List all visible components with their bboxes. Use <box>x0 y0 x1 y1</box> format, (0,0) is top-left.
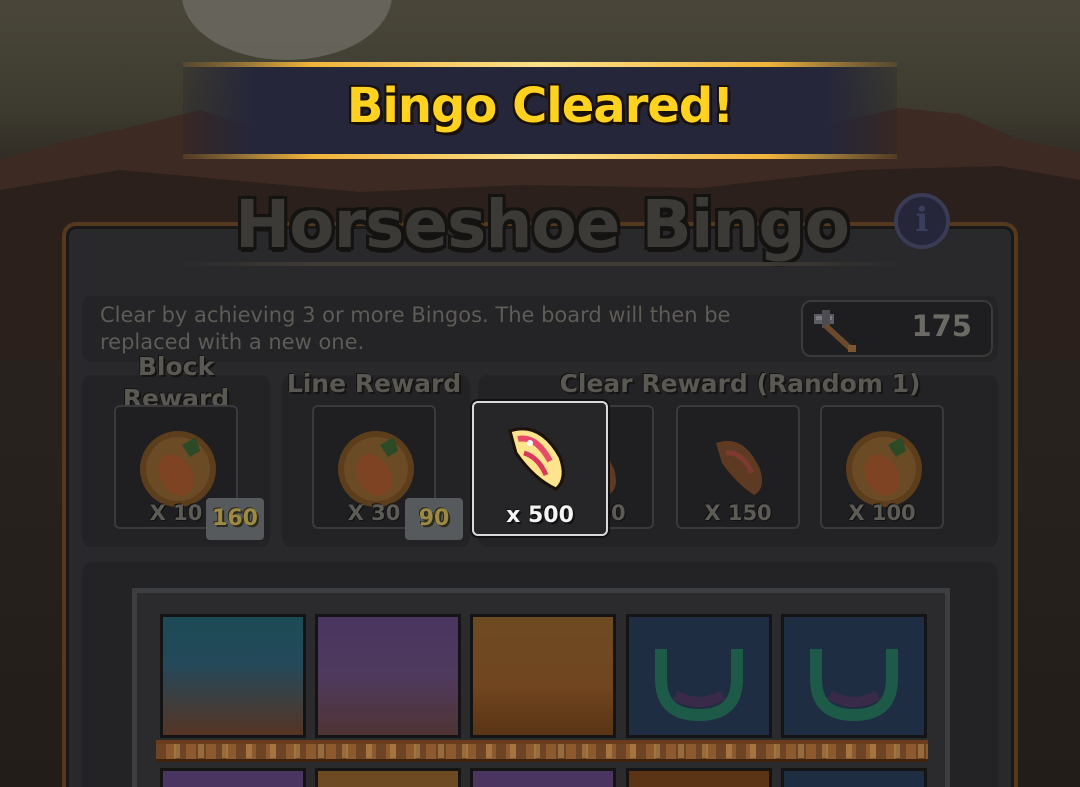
bingo-tile-row2-1[interactable] <box>160 768 306 787</box>
horseshoe-tile-1[interactable] <box>626 614 772 738</box>
bingo-tile-row2-2[interactable] <box>315 768 461 787</box>
selected-reward-slot[interactable]: x 500 <box>472 401 608 536</box>
bingo-tile-row2-5[interactable] <box>781 768 927 787</box>
hammer-icon <box>814 310 856 352</box>
clear-reward-slot-3[interactable]: X 100 <box>820 405 944 529</box>
clear-reward-slot-2[interactable]: X 150 <box>676 405 800 529</box>
carrot-plate-icon <box>846 431 922 507</box>
line-reward-cost: 90 <box>405 498 463 540</box>
horseshoe-tile-2[interactable] <box>781 614 927 738</box>
hammer-count: 175 <box>911 309 972 343</box>
description-text: Clear by achieving 3 or more Bingos. The… <box>100 303 731 354</box>
bingo-tile-row2-4[interactable] <box>626 768 772 787</box>
bingo-tile-row2-3[interactable] <box>470 768 616 787</box>
clear-reward-qty-3: X 100 <box>848 501 916 525</box>
page-title: Horseshoe Bingo <box>234 186 850 263</box>
bingo-tile-1[interactable] <box>160 614 306 738</box>
clear-reward-label: Clear Reward (Random 1) <box>559 369 921 398</box>
meat-icon <box>508 427 565 491</box>
title-divider <box>170 262 910 266</box>
bingo-tile-3[interactable] <box>470 614 616 738</box>
horseshoe-icon <box>655 649 743 722</box>
selected-reward-qty: x 500 <box>506 503 574 528</box>
meat-icon <box>716 440 762 495</box>
board-rail-lights <box>156 744 928 758</box>
line-reward-label: Line Reward <box>286 369 462 398</box>
bingo-tile-2[interactable] <box>315 614 461 738</box>
horseshoe-icon <box>810 649 898 722</box>
bingo-cleared-banner: Bingo Cleared! <box>183 62 897 159</box>
info-icon[interactable]: i <box>894 193 950 249</box>
clear-reward-qty-2: X 150 <box>704 501 772 525</box>
block-reward-cost: 160 <box>206 498 264 540</box>
banner-text: Bingo Cleared! <box>346 78 734 134</box>
